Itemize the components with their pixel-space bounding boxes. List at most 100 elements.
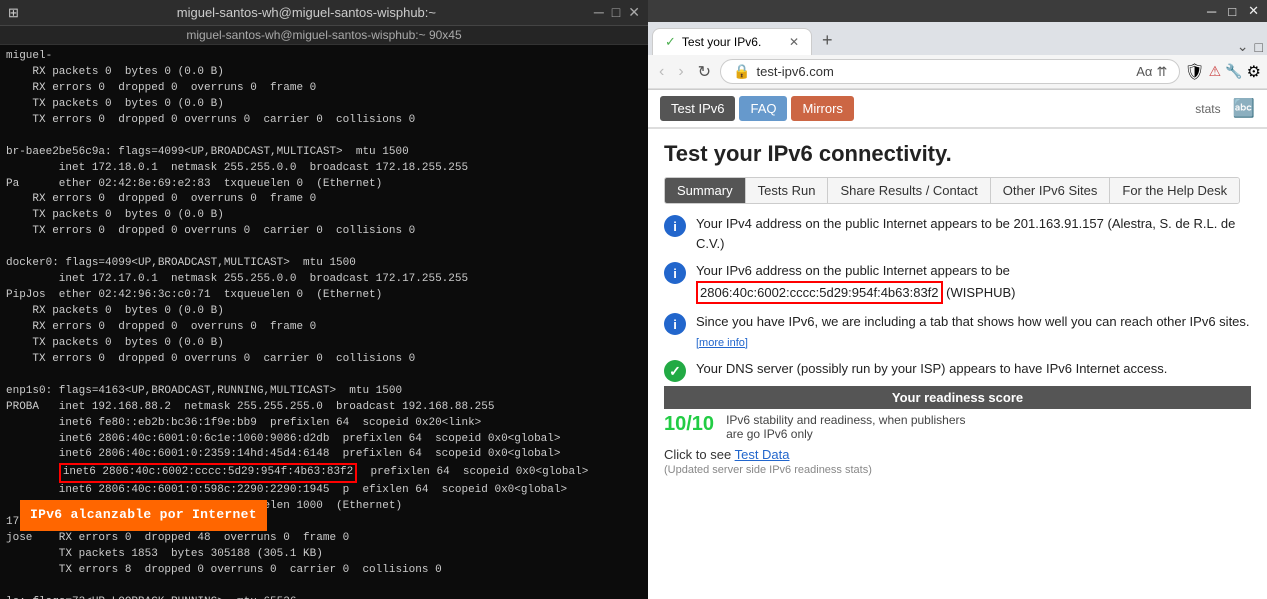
share-icon[interactable]: ⇈	[1156, 64, 1167, 80]
browser-restore-button[interactable]: □	[1255, 39, 1263, 55]
term-line: inet6 2806:40c:6001:0:6c1e:1060:9086:d2d…	[6, 432, 642, 448]
term-line: inet 172.17.0.1 netmask 255.255.0.0 broa…	[6, 272, 642, 288]
close-button[interactable]: ✕	[628, 4, 640, 21]
term-line: RX packets 0 bytes 0 (0.0 B)	[6, 304, 642, 320]
info-item-ipv6: i Your IPv6 address on the public Intern…	[664, 261, 1251, 304]
info-text-ipv4: Your IPv4 address on the public Internet…	[696, 214, 1251, 253]
term-line: TX packets 0 bytes 0 (0.0 B)	[6, 336, 642, 352]
extension-icon[interactable]: 🔧	[1225, 63, 1242, 80]
content-tabs: Summary Tests Run Share Results / Contac…	[664, 177, 1240, 204]
warning-icon: ⚠	[1209, 63, 1222, 80]
refresh-button[interactable]: ↻	[693, 60, 716, 84]
readiness-score: 10/10	[664, 413, 714, 436]
info-text-tab: Since you have IPv6, we are including a …	[696, 312, 1251, 351]
secure-icon: 🔒	[733, 63, 750, 80]
term-line: RX packets 0 bytes 0 (0.0 B)	[6, 65, 642, 81]
term-line: RX errors 0 dropped 0 overruns 0 frame 0	[6, 81, 642, 97]
term-line-highlight: inet6 2806:40c:6002:cccc:5d29:954f:4b63:…	[6, 463, 642, 483]
info-icon-ipv6: i	[664, 262, 686, 284]
test-data-text: Click to see	[664, 447, 731, 462]
term-line	[6, 579, 642, 595]
readiness-bar: Your readiness score	[664, 386, 1251, 409]
tab-close-button[interactable]: ✕	[789, 35, 799, 49]
terminal-body[interactable]: miguel- RX packets 0 bytes 0 (0.0 B) RX …	[0, 45, 648, 599]
minimize-browser-button[interactable]: ─	[1207, 4, 1216, 19]
browser-pane: ─ □ ✕ ✓ Test your IPv6. ✕ + ⌄ □ ‹ › ↻ 🔒 …	[648, 0, 1267, 599]
term-line: br-baee2be56c9a: flags=4099<UP,BROADCAST…	[6, 145, 642, 161]
term-line	[6, 129, 642, 145]
new-tab-button[interactable]: +	[814, 26, 841, 55]
browser-content: Test IPv6 FAQ Mirrors stats 🔤 Test your …	[648, 90, 1267, 599]
test-data-section: Click to see Test Data	[664, 447, 1251, 462]
terminal-title: miguel-santos-wh@miguel-santos-wisphub:~	[19, 5, 594, 20]
site-nav: Test IPv6 FAQ Mirrors stats 🔤	[648, 90, 1267, 129]
term-line	[6, 240, 642, 256]
term-line: enp1s0: flags=4163<UP,BROADCAST,RUNNING,…	[6, 384, 642, 400]
content-tab-help-desk[interactable]: For the Help Desk	[1110, 178, 1239, 203]
term-line: TX errors 8 dropped 0 overruns 0 carrier…	[6, 563, 642, 579]
maximize-browser-button[interactable]: □	[1228, 4, 1236, 19]
tab-favicon: ✓	[665, 34, 676, 50]
terminal-pane: ⊞ miguel-santos-wh@miguel-santos-wisphub…	[0, 0, 648, 599]
content-tab-other-sites[interactable]: Other IPv6 Sites	[991, 178, 1111, 203]
highlighted-ipv6: inet6 2806:40c:6002:cccc:5d29:954f:4b63:…	[59, 463, 357, 483]
term-line: RX errors 0 dropped 0 overruns 0 frame 0	[6, 320, 642, 336]
term-line: TX errors 0 dropped 0 overruns 0 carrier…	[6, 224, 642, 240]
browser-tab-active[interactable]: ✓ Test your IPv6. ✕	[652, 28, 812, 55]
terminal-controls[interactable]: ─ □ ✕	[594, 4, 640, 21]
info-icon-dns: ✓	[664, 360, 686, 382]
close-browser-button[interactable]: ✕	[1248, 3, 1259, 19]
test-data-link[interactable]: Test Data	[735, 447, 790, 462]
term-line: inet6 2806:40c:6001:0:598c:2290:2290:194…	[6, 483, 642, 499]
info-text-ipv6: Your IPv6 address on the public Internet…	[696, 261, 1251, 304]
stats-link[interactable]: stats	[1195, 102, 1220, 116]
term-line: TX packets 0 bytes 0 (0.0 B)	[6, 208, 642, 224]
terminal-subtitle: miguel-santos-wh@miguel-santos-wisphub:~…	[0, 26, 648, 45]
more-info-link[interactable]: [more info]	[696, 337, 748, 349]
term-line: PROBA inet 192.168.88.2 netmask 255.255.…	[6, 400, 642, 416]
term-line: TX packets 0 bytes 0 (0.0 B)	[6, 97, 642, 113]
term-line: docker0: flags=4099<UP,BROADCAST,MULTICA…	[6, 256, 642, 272]
nav-extra-icons: 🛡 ⚠ 🔧 ⚙	[1184, 62, 1261, 82]
info-item-tab-info: i Since you have IPv6, we are including …	[664, 312, 1251, 351]
term-line: inet6 fe80::eb2b:bc36:1f9e:bb9 prefixlen…	[6, 416, 642, 432]
terminal-titlebar: ⊞ miguel-santos-wh@miguel-santos-wisphub…	[0, 0, 648, 26]
forward-button[interactable]: ›	[673, 61, 688, 83]
content-tab-share-results[interactable]: Share Results / Contact	[828, 178, 990, 203]
address-bar-icons: Aα ⇈	[1136, 64, 1167, 80]
page-title: Test your IPv6 connectivity.	[664, 141, 1251, 167]
updated-text: (Updated server side IPv6 readiness stat…	[664, 464, 1251, 476]
back-button[interactable]: ‹	[654, 61, 669, 83]
browser-titlebar: ─ □ ✕	[648, 0, 1267, 22]
browser-nav: ‹ › ↻ 🔒 test-ipv6.com Aα ⇈ 🛡 ⚠ 🔧 ⚙	[648, 55, 1267, 89]
term-line: miguel-	[6, 49, 642, 65]
ipv6-address-box: 2806:40c:6002:cccc:5d29:954f:4b63:83f2	[696, 281, 943, 305]
shield-icon[interactable]: 🛡	[1184, 62, 1204, 82]
term-line: Pa ether 02:42:8e:69:e2:83 txqueuelen 0 …	[6, 177, 642, 193]
tab-list-button[interactable]: ⌄	[1237, 38, 1249, 55]
translate-icon[interactable]: 🔤	[1233, 98, 1255, 119]
translate-addr-icon[interactable]: Aα	[1136, 64, 1152, 79]
term-line: inet6 2806:40c:6001:0:2359:14hd:45d4:614…	[6, 447, 642, 463]
site-tab-faq[interactable]: FAQ	[739, 96, 787, 121]
info-item-ipv4: i Your IPv4 address on the public Intern…	[664, 214, 1251, 253]
info-icon-tab: i	[664, 313, 686, 335]
maximize-button[interactable]: □	[612, 4, 620, 21]
url-text[interactable]: test-ipv6.com	[757, 64, 1131, 79]
term-line: jose RX errors 0 dropped 48 overruns 0 f…	[6, 531, 642, 547]
site-tab-mirrors[interactable]: Mirrors	[791, 96, 853, 121]
content-tab-summary[interactable]: Summary	[665, 178, 746, 203]
info-icon-ipv4: i	[664, 215, 686, 237]
term-line: TX errors 0 dropped 0 overruns 0 carrier…	[6, 113, 642, 129]
minimize-button[interactable]: ─	[594, 4, 604, 21]
term-line: RX errors 0 dropped 0 overruns 0 frame 0	[6, 192, 642, 208]
content-tab-tests-run[interactable]: Tests Run	[746, 178, 829, 203]
address-bar[interactable]: 🔒 test-ipv6.com Aα ⇈	[720, 59, 1180, 84]
info-item-dns: ✓ Your DNS server (possibly run by your …	[664, 359, 1251, 382]
settings-icon[interactable]: ⚙	[1247, 62, 1261, 82]
site-tab-test-ipv6[interactable]: Test IPv6	[660, 96, 735, 121]
terminal-icon: ⊞	[8, 5, 19, 21]
readiness-desc: IPv6 stability and readiness, when publi…	[726, 413, 986, 441]
browser-chrome: ─ □ ✕ ✓ Test your IPv6. ✕ + ⌄ □ ‹ › ↻ 🔒 …	[648, 0, 1267, 90]
term-line	[6, 368, 642, 384]
